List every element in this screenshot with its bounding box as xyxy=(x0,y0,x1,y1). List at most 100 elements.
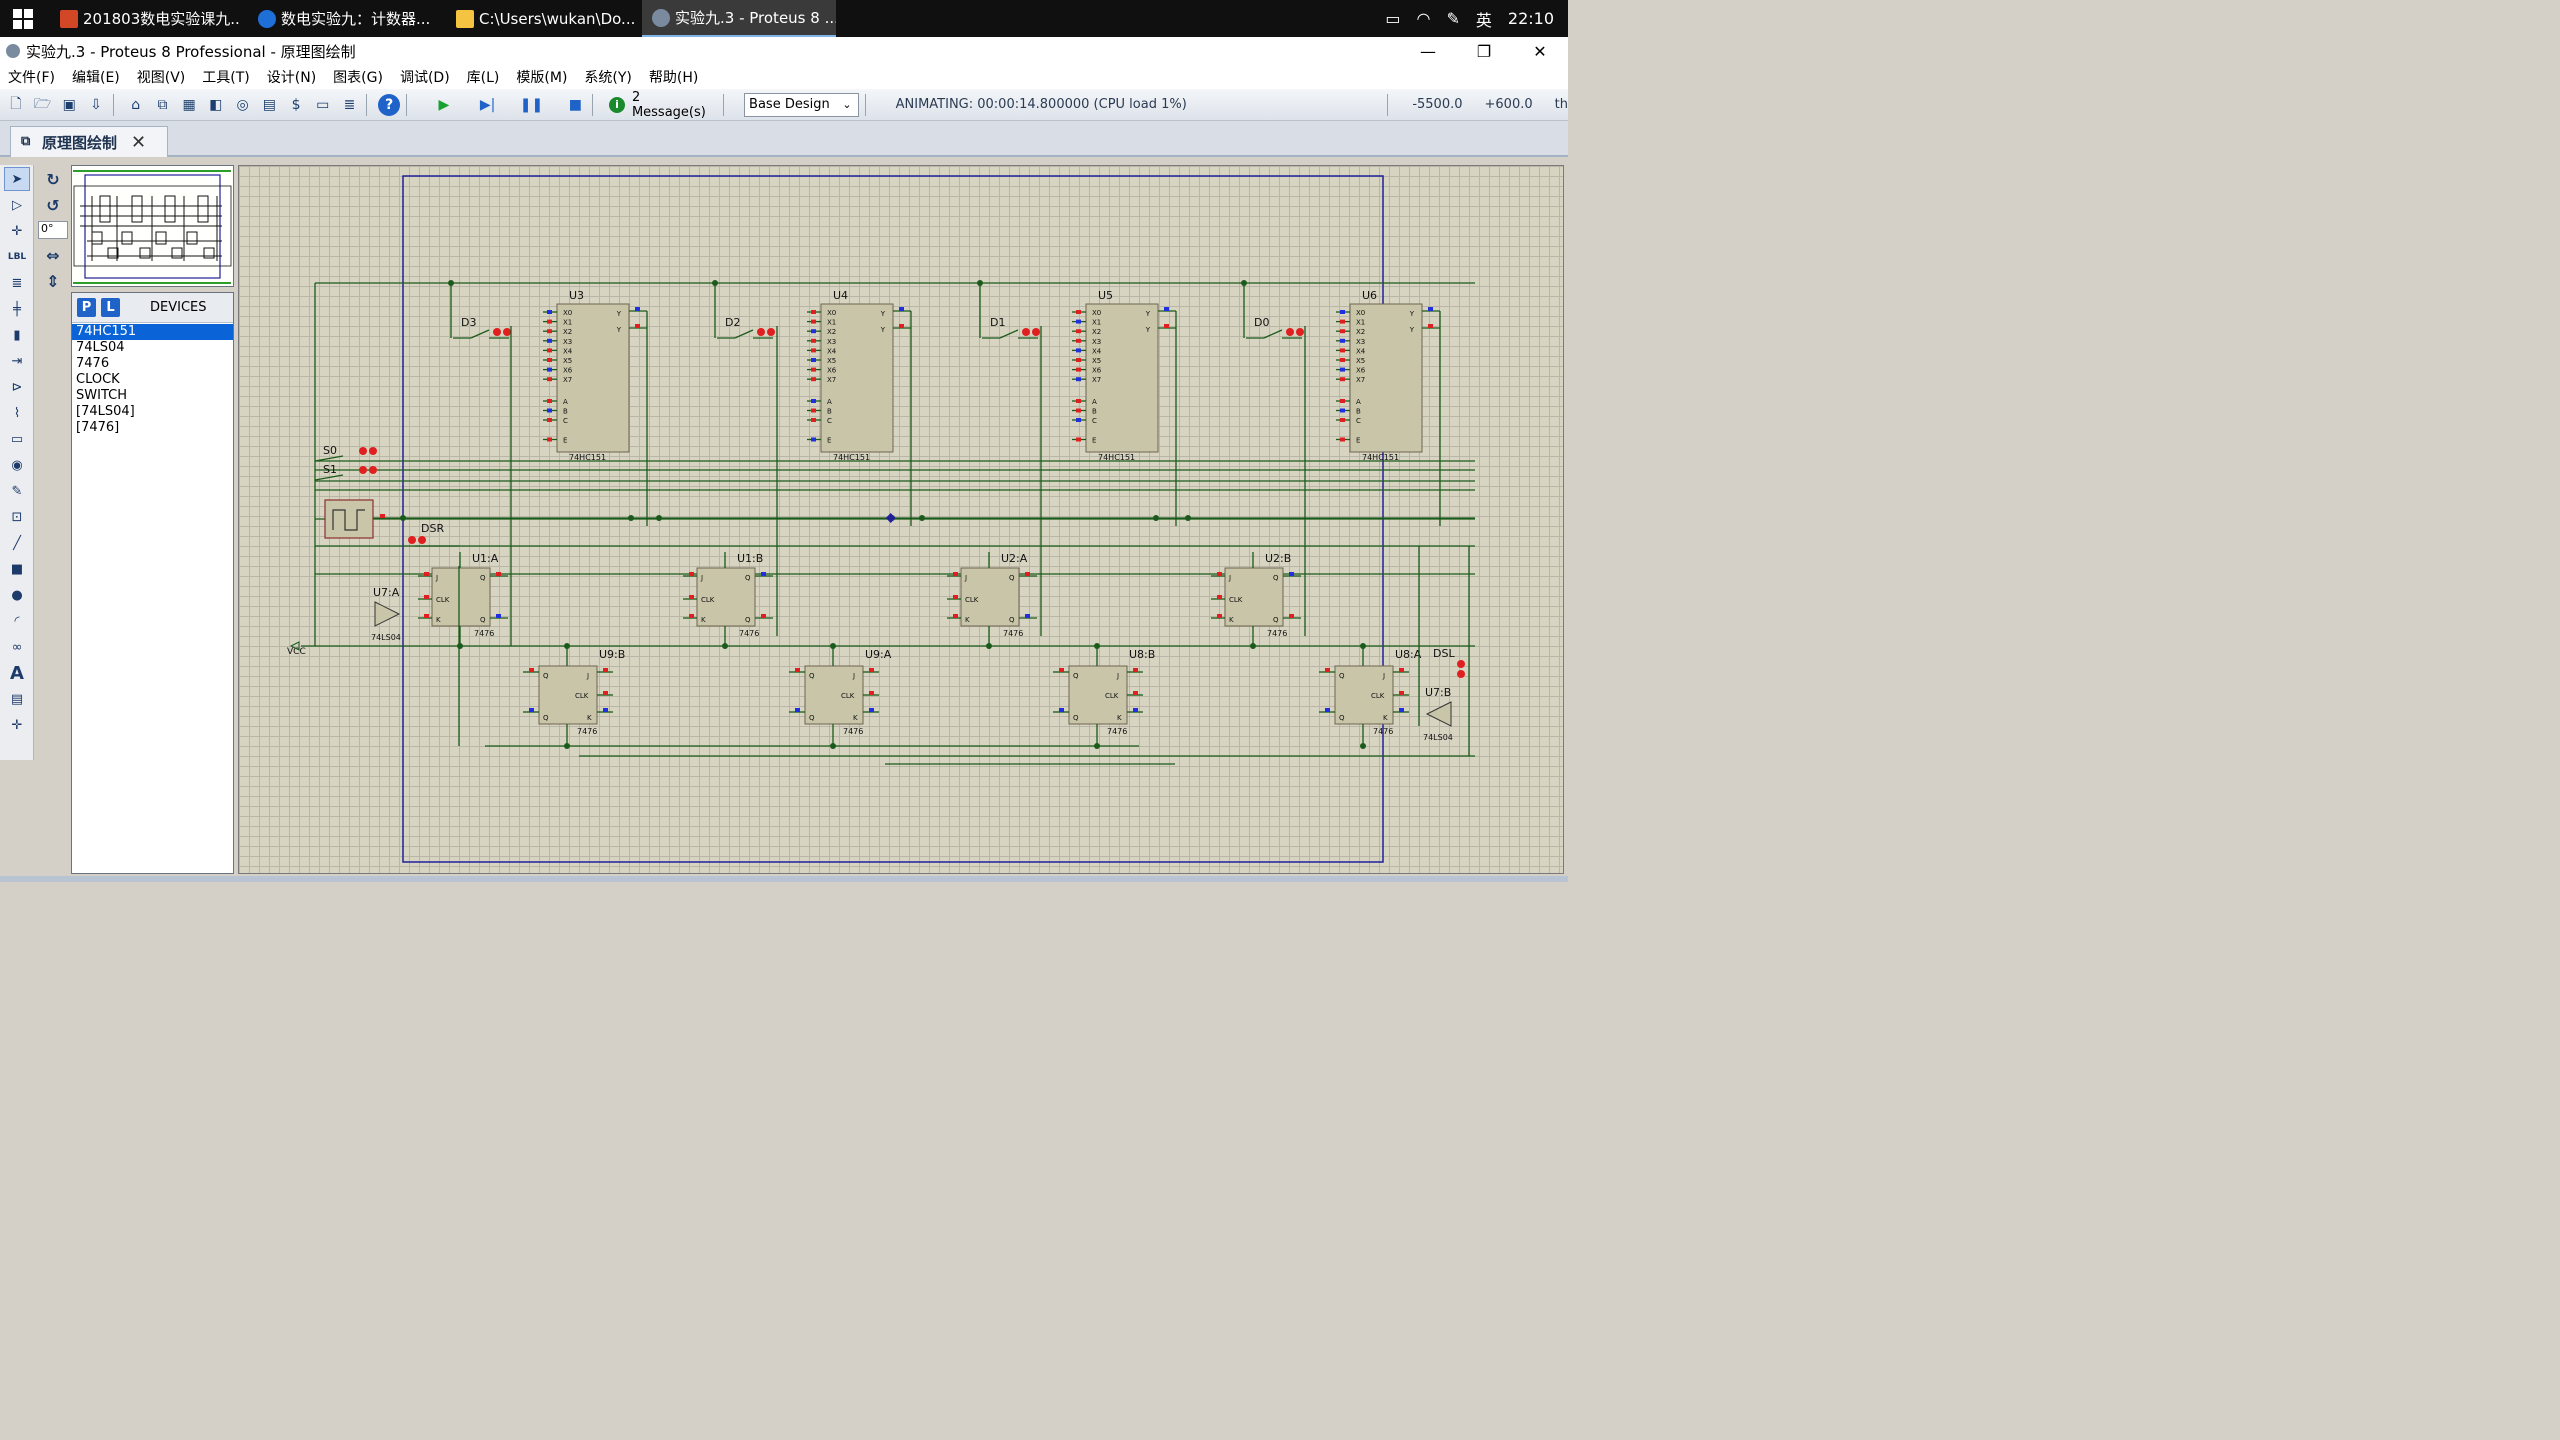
bom-icon[interactable]: ▤ xyxy=(258,94,280,116)
arc-tool-icon[interactable]: ◜ xyxy=(4,609,30,633)
schematic-editor[interactable]: VCC U3 74HC151 X0 X1 X2 X3 X4 X5 X6 X7 A B C E Y Y D3 U4 74… xyxy=(238,165,1564,874)
schematic-tab-icon: ⧉ xyxy=(21,134,31,149)
import-icon[interactable]: ⇩ xyxy=(85,94,107,116)
pen-icon[interactable]: ✎ xyxy=(1446,9,1459,28)
rotate-clockwise-icon[interactable]: ↻ xyxy=(39,167,67,191)
rotation-angle-input[interactable]: 0° xyxy=(38,221,68,239)
notes-icon[interactable]: ≣ xyxy=(339,94,361,116)
pin-state xyxy=(496,572,501,576)
start-button[interactable] xyxy=(0,0,46,37)
taskbar-item-edge[interactable]: 数电实验九：计数器... xyxy=(248,0,438,37)
library-manager-button[interactable]: L xyxy=(101,298,120,317)
graph-mode-icon[interactable]: ⌇ xyxy=(4,401,30,425)
menu-tools[interactable]: 工具(T) xyxy=(202,67,258,87)
mux-pin-label: C xyxy=(1356,417,1361,425)
home-icon[interactable]: ⌂ xyxy=(125,94,147,116)
menu-graph[interactable]: 图表(G) xyxy=(333,67,392,87)
generator-mode-icon[interactable]: ◉ xyxy=(4,453,30,477)
coord-unit[interactable]: th xyxy=(1555,97,1568,112)
3d-icon[interactable]: ◧ xyxy=(205,94,227,116)
pin-state xyxy=(547,367,552,372)
menu-edit[interactable]: 编辑(E) xyxy=(72,67,129,87)
pin-state xyxy=(603,668,608,672)
menu-system[interactable]: 系统(Y) xyxy=(584,67,640,87)
inverter-ref: U7:B xyxy=(1425,686,1451,699)
menu-template[interactable]: 模版(M) xyxy=(516,67,576,87)
device-item[interactable]: 74HC151 xyxy=(72,324,233,340)
new-file-icon[interactable]: 🗋 xyxy=(5,94,27,116)
probe-mode-icon[interactable]: ✎ xyxy=(4,479,30,503)
schematic-drawing[interactable]: VCCU374HC151X0X1X2X3X4X5X6X7ABCEYYD3U474… xyxy=(239,166,1564,874)
device-item[interactable]: 7476 xyxy=(72,356,233,372)
schematic-icon[interactable]: ⧉ xyxy=(152,94,174,116)
taskbar-item-explorer[interactable]: C:\Users\wukan\Do... xyxy=(446,0,636,37)
gerber-icon[interactable]: ◎ xyxy=(232,94,254,116)
open-folder-icon[interactable]: 🗁 xyxy=(32,94,54,116)
component-mode-icon[interactable]: ▷ xyxy=(4,193,30,217)
menu-view[interactable]: 视图(V) xyxy=(137,67,195,87)
text-script-icon[interactable]: ≣ xyxy=(4,271,30,295)
pause-icon[interactable]: ❚❚ xyxy=(520,94,543,116)
taskbar: 201803数电实验课九... 数电实验九：计数器... C:\Users\wu… xyxy=(0,0,1568,37)
tab-schematic[interactable]: ⧉ 原理图绘制 ✕ xyxy=(10,126,168,157)
messages-indicator[interactable]: i 2 Message(s) xyxy=(609,90,717,120)
close-tab-icon[interactable]: ✕ xyxy=(131,132,146,153)
menu-file[interactable]: 文件(F) xyxy=(8,67,64,87)
inverter-type: 74LS04 xyxy=(371,633,401,642)
symbol-tool-icon[interactable]: ▤ xyxy=(4,687,30,711)
text-tool-icon[interactable]: A xyxy=(4,661,30,685)
circle-tool-icon[interactable]: ● xyxy=(4,583,30,607)
pin-mode-icon[interactable]: ⊳ xyxy=(4,375,30,399)
mirror-vertical-icon[interactable]: ⇕ xyxy=(39,269,67,293)
path-tool-icon[interactable]: ∞ xyxy=(4,635,30,659)
device-item[interactable]: [74LS04] xyxy=(72,404,233,420)
play-icon[interactable]: ▶ xyxy=(433,94,455,116)
instrument-mode-icon[interactable]: ⊡ xyxy=(4,505,30,529)
menu-design[interactable]: 设计(N) xyxy=(267,67,325,87)
taskbar-item-proteus[interactable]: 实验九.3 - Proteus 8 ... xyxy=(642,0,836,37)
bus-mode-icon[interactable]: ╪ xyxy=(4,297,30,321)
mirror-horizontal-icon[interactable]: ⇔ xyxy=(39,243,67,267)
device-item[interactable]: [7476] xyxy=(72,420,233,436)
selection-mode-icon[interactable]: ➤ xyxy=(4,167,30,191)
menu-library[interactable]: 库(L) xyxy=(467,67,509,87)
terminal-mode-icon[interactable]: ⇥ xyxy=(4,349,30,373)
flipflop-ref: U9:B xyxy=(599,648,625,661)
menu-debug[interactable]: 调试(D) xyxy=(400,67,459,87)
marker-tool-icon[interactable]: ✛ xyxy=(4,713,30,737)
taskbar-item-powerpoint[interactable]: 201803数电实验课九... xyxy=(50,0,240,37)
design-variant-select[interactable]: Base Design ⌄ xyxy=(744,92,859,117)
rotate-anticlockwise-icon[interactable]: ↺ xyxy=(39,193,67,217)
subcircuit-icon[interactable]: ▮ xyxy=(4,323,30,347)
pcb-icon[interactable]: ▦ xyxy=(178,94,200,116)
help-icon[interactable]: ? xyxy=(378,93,401,116)
save-icon[interactable]: ▣ xyxy=(58,94,80,116)
overview-window[interactable] xyxy=(71,165,234,287)
pin-state xyxy=(1076,338,1081,343)
pin-state xyxy=(603,691,608,695)
battery-icon[interactable]: ▭ xyxy=(1385,9,1400,28)
restore-button[interactable]: ❐ xyxy=(1456,37,1512,65)
line-tool-icon[interactable]: ╱ xyxy=(4,531,30,555)
wire-label-icon[interactable]: LBL xyxy=(4,245,30,269)
menu-help[interactable]: 帮助(H) xyxy=(649,67,707,87)
pin-state xyxy=(1340,348,1345,353)
pin-state xyxy=(1399,668,1404,672)
wifi-icon[interactable]: ◠ xyxy=(1417,9,1431,28)
stop-icon[interactable]: ■ xyxy=(564,94,586,116)
close-button[interactable]: ✕ xyxy=(1512,37,1568,65)
step-icon[interactable]: ▶| xyxy=(477,94,499,116)
junction-mode-icon[interactable]: ✛ xyxy=(4,219,30,243)
switch-label: D1 xyxy=(990,316,1005,329)
device-item[interactable]: CLOCK xyxy=(72,372,233,388)
cost-icon[interactable]: $ xyxy=(285,94,307,116)
minimize-button[interactable]: — xyxy=(1400,37,1456,65)
tape-recorder-icon[interactable]: ▭ xyxy=(4,427,30,451)
box-tool-icon[interactable]: ■ xyxy=(4,557,30,581)
source-code-icon[interactable]: ▭ xyxy=(312,94,334,116)
ime-indicator[interactable]: 英 xyxy=(1476,7,1492,31)
pick-devices-button[interactable]: P xyxy=(77,298,96,317)
clock[interactable]: 22:10 xyxy=(1508,9,1554,28)
device-item[interactable]: SWITCH xyxy=(72,388,233,404)
device-item[interactable]: 74LS04 xyxy=(72,340,233,356)
